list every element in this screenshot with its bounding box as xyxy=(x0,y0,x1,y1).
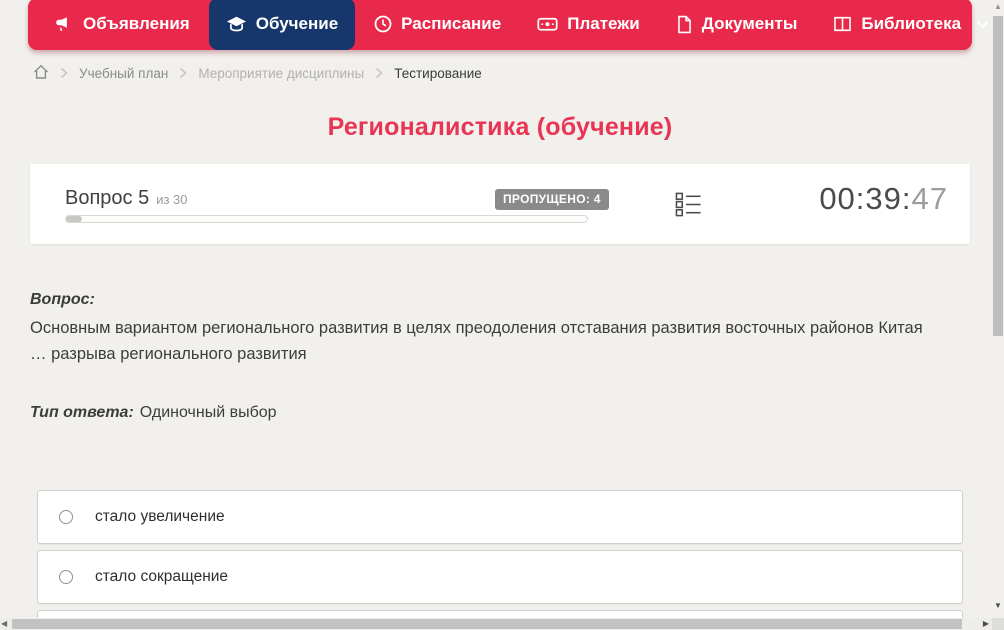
timer-minutes: 00:39: xyxy=(819,181,912,216)
scroll-down-arrow-icon[interactable]: ▼ xyxy=(992,601,1004,610)
nav-item-library[interactable]: Библиотека xyxy=(816,0,1004,50)
question-label: Вопрос: xyxy=(30,291,95,308)
nav-item-label: Обучение xyxy=(255,14,339,33)
answer-type-value: Одиночный выбор xyxy=(139,404,277,421)
answer-option-label: стало увеличение xyxy=(95,508,225,525)
answer-type: Тип ответа: Одиночный выбор xyxy=(30,404,277,422)
timer-seconds: 47 xyxy=(911,181,948,216)
vertical-scrollbar-thumb[interactable] xyxy=(993,16,1003,336)
scrollbar-corner xyxy=(992,618,1004,630)
page-title: Регионалистика (обучение) xyxy=(327,113,673,141)
chevron-right-icon xyxy=(60,67,68,79)
breadcrumb-item-discipline-event[interactable]: Мероприятие дисциплины xyxy=(198,66,364,81)
megaphone-icon xyxy=(55,15,74,34)
clock-icon xyxy=(374,15,392,33)
question-text-line: … разрыва регионального развития xyxy=(30,345,307,363)
question-list-icon[interactable] xyxy=(675,191,702,223)
home-icon[interactable] xyxy=(33,64,49,83)
banknote-icon xyxy=(537,15,558,33)
nav-item-documents[interactable]: Документы xyxy=(659,0,815,50)
quiz-header-card: Вопрос 5 из 30 ПРОПУЩЕНО: 4 00:39:47 xyxy=(30,164,970,244)
open-book-icon xyxy=(833,15,852,33)
skipped-count-badge: ПРОПУЩЕНО: 4 xyxy=(495,189,609,210)
nav-item-label: Библиотека xyxy=(861,14,962,33)
radio-button[interactable] xyxy=(59,510,73,524)
breadcrumb-item-study-plan[interactable]: Учебный план xyxy=(79,66,168,81)
main-navigation: Объявления Обучение Расписание Платежи Д… xyxy=(28,0,989,50)
question-counter: Вопрос 5 из 30 xyxy=(65,187,188,210)
nav-item-announcements[interactable]: Объявления xyxy=(38,0,207,50)
radio-button[interactable] xyxy=(59,570,73,584)
horizontal-scrollbar-thumb[interactable] xyxy=(12,619,962,629)
answer-option[interactable]: стало сокращение xyxy=(37,550,963,604)
answer-type-label: Тип ответа: xyxy=(30,404,134,421)
nav-item-training[interactable]: Обучение xyxy=(208,0,356,50)
chevron-down-icon xyxy=(976,20,989,29)
nav-item-payments[interactable]: Платежи xyxy=(520,0,657,50)
nav-item-label: Расписание xyxy=(401,14,502,33)
answer-option[interactable]: стало увеличение xyxy=(37,490,963,544)
chevron-right-icon xyxy=(179,67,188,79)
question-total: из 30 xyxy=(156,192,188,207)
question-number: Вопрос 5 xyxy=(65,187,150,209)
graduation-cap-icon xyxy=(226,15,247,34)
breadcrumb: Учебный план Мероприятие дисциплины Тест… xyxy=(33,63,482,83)
answer-option-label: стало сокращение xyxy=(95,568,229,585)
question-text-line: Основным вариантом регионального развити… xyxy=(30,319,923,337)
horizontal-scrollbar[interactable]: ◀ ▶ xyxy=(0,618,992,630)
test-progress-bar xyxy=(65,215,588,223)
question-text: Основным вариантом регионального развити… xyxy=(30,315,975,367)
document-icon xyxy=(676,15,693,34)
chevron-right-icon xyxy=(375,67,383,79)
nav-item-label: Объявления xyxy=(83,14,190,33)
vertical-scrollbar[interactable]: ▲ ▼ xyxy=(992,0,1004,618)
scroll-up-arrow-icon[interactable]: ▲ xyxy=(992,2,1004,11)
nav-item-schedule[interactable]: Расписание xyxy=(357,0,518,50)
scroll-right-arrow-icon[interactable]: ▶ xyxy=(983,619,989,628)
nav-item-label: Документы xyxy=(701,14,798,33)
test-progress-fill xyxy=(66,216,82,222)
nav-item-label: Платежи xyxy=(567,14,640,33)
scroll-left-arrow-icon[interactable]: ◀ xyxy=(1,619,7,628)
countdown-timer: 00:39:47 xyxy=(819,181,948,217)
breadcrumb-item-testing: Тестирование xyxy=(394,65,482,81)
